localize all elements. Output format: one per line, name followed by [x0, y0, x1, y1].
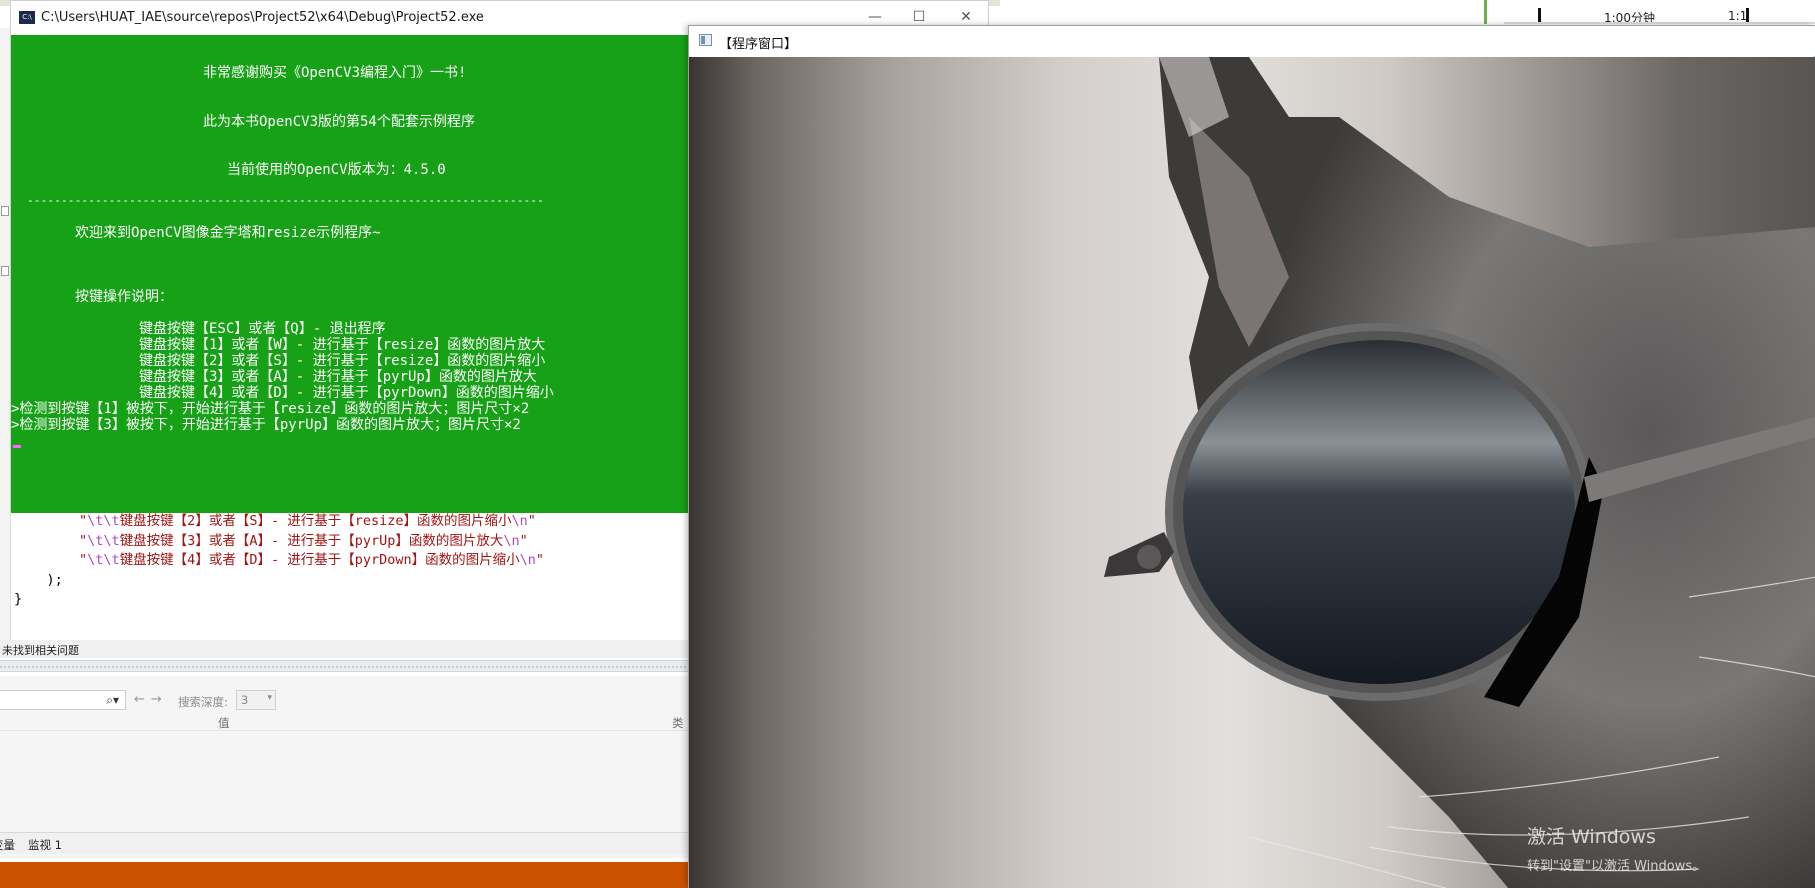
console-line: 按键操作说明：	[75, 289, 173, 305]
timeline-track[interactable]	[1504, 22, 1815, 24]
vs-status-bar	[0, 862, 700, 888]
media-timeline-strip: 1:00分钟 1:1	[1484, 0, 1815, 26]
watch-panel: ⌕▾ ←→ 搜索深度: 3 ▾ 值 类 变量 监视 1	[0, 676, 700, 858]
image-window-title: 【程序窗口】	[719, 37, 798, 52]
minimize-button[interactable]: —	[860, 7, 890, 27]
collapse-icon[interactable]	[1, 206, 9, 216]
displayed-image[interactable]: 激活 Windows 转到"设置"以激活 Windows。	[689, 57, 1815, 888]
code-line: "\t\t键盘按键【2】或者【S】- 进行基于【resize】函数的图片缩小\n…	[79, 513, 536, 529]
console-line: 此为本书OpenCV3版的第54个配套示例程序	[203, 114, 475, 130]
desktop: "\t\t键盘按键【2】或者【S】- 进行基于【resize】函数的图片缩小\n…	[0, 0, 1815, 888]
image-window-titlebar[interactable]: 【程序窗口】	[689, 26, 1815, 56]
debug-tabs: 变量 监视 1	[0, 832, 700, 854]
console-line: >检测到按键【3】被按下，开始进行基于【pyrUp】函数的图片放大；图片尺寸×2	[11, 417, 521, 433]
text-cursor	[13, 445, 21, 448]
code-line: "\t\t键盘按键【3】或者【A】- 进行基于【pyrUp】函数的图片放大\n"	[79, 532, 528, 549]
console-line: 键盘按键【4】或者【D】- 进行基于【pyrDown】函数的图片缩小	[139, 385, 554, 401]
panel-splitter[interactable]	[0, 660, 700, 672]
console-app-icon: C:\	[19, 11, 35, 24]
console-title: C:\Users\HUAT_IAE\source\repos\Project52…	[41, 10, 484, 25]
console-divider: ----------------------------------------…	[27, 194, 544, 207]
column-value: 值	[218, 716, 230, 730]
console-line: 非常感谢购买《OpenCV3编程入门》一书!	[203, 65, 467, 81]
collapse-icon[interactable]	[1, 266, 9, 276]
search-depth-label: 搜索深度:	[178, 695, 228, 709]
tab-locals[interactable]: 变量	[0, 837, 15, 853]
console-line: 键盘按键【1】或者【W】- 进行基于【resize】函数的图片放大	[139, 337, 546, 353]
search-icon[interactable]: ⌕▾	[106, 693, 119, 708]
console-line: 键盘按键【3】或者【A】- 进行基于【pyrUp】函数的图片放大	[139, 369, 537, 385]
timeline-marker[interactable]	[1538, 8, 1541, 23]
console-line: 键盘按键【ESC】或者【Q】- 退出程序	[139, 321, 386, 337]
console-line: 键盘按键【2】或者【S】- 进行基于【resize】函数的图片缩小	[139, 353, 546, 369]
search-depth-select[interactable]: 3 ▾	[236, 690, 276, 710]
timeline-time-2: 1:1	[1728, 9, 1748, 23]
watch-search-input[interactable]: ⌕▾	[0, 690, 126, 710]
code-line: );	[46, 571, 63, 588]
column-type: 类	[672, 716, 684, 730]
code-editor[interactable]: "\t\t键盘按键【2】或者【S】- 进行基于【resize】函数的图片缩小\n…	[14, 512, 694, 610]
cat-with-sunglasses-image	[1104, 57, 1815, 888]
console-line: >检测到按键【1】被按下，开始进行基于【resize】函数的图片放大；图片尺寸×…	[11, 401, 530, 417]
code-line: }	[14, 591, 23, 607]
error-list-status: 未找到相关问题	[0, 640, 700, 658]
maximize-button[interactable]: ☐	[904, 7, 934, 27]
console-line: 欢迎来到OpenCV图像金字塔和resize示例程序~	[75, 225, 381, 241]
window-icon	[699, 34, 712, 46]
watch-table-header: 值 类	[0, 713, 700, 731]
console-line: 当前使用的OpenCV版本为：4.5.0	[227, 162, 446, 178]
code-line: "\t\t键盘按键【4】或者【D】- 进行基于【pyrDown】函数的图片缩小\…	[79, 552, 544, 568]
tab-watch-1[interactable]: 监视 1	[28, 837, 62, 853]
close-button[interactable]: ✕	[951, 7, 981, 27]
accent-line	[1484, 0, 1487, 24]
chevron-down-icon: ▾	[267, 693, 272, 703]
windows-activation-watermark: 激活 Windows 转到"设置"以激活 Windows。	[1527, 826, 1706, 874]
search-nav-arrows[interactable]: ←→	[134, 692, 168, 707]
image-window[interactable]: 【程序窗口】 激活 Windows 转到"设置"以激活 Windows。	[688, 25, 1815, 888]
